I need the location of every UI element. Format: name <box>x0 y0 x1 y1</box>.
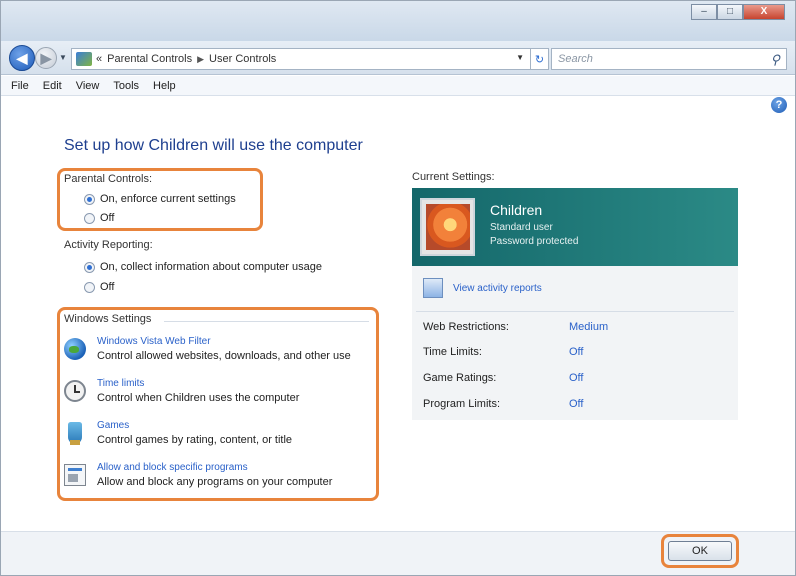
breadcrumb-prefix: « <box>96 53 103 65</box>
close-button[interactable]: X <box>743 4 785 20</box>
setting-key: Time Limits: <box>423 346 482 358</box>
setting-row-web-restrictions: Web Restrictions: Medium <box>423 321 723 339</box>
ws-item-games: Games Control games by rating, content, … <box>64 420 379 456</box>
parental-controls-label: Parental Controls: <box>64 173 153 185</box>
panel-divider <box>416 311 734 312</box>
trophy-icon <box>68 422 82 445</box>
games-description: Control games by rating, content, or tit… <box>97 434 293 446</box>
setting-value: Off <box>569 372 584 384</box>
games-link[interactable]: Games <box>97 420 129 431</box>
program-icon <box>64 464 86 486</box>
ws-item-web-filter: Windows Vista Web Filter Control allowed… <box>64 336 379 372</box>
breadcrumb-separator-icon[interactable]: ▶ <box>197 54 204 65</box>
avatar <box>420 198 475 256</box>
radio-selected-icon[interactable] <box>84 193 95 205</box>
radio-unselected-icon[interactable] <box>84 212 95 224</box>
ws-item-programs: Allow and block specific programs Allow … <box>64 462 379 498</box>
title-bar: – □ X <box>1 1 795 41</box>
control-panel-icon <box>76 52 92 66</box>
maximize-button[interactable]: □ <box>717 4 743 20</box>
view-activity-reports[interactable]: View activity reports <box>423 278 542 298</box>
web-filter-description: Control allowed websites, downloads, and… <box>97 350 351 362</box>
flower-picture-icon <box>426 204 470 250</box>
back-arrow-icon[interactable]: ◀ <box>9 45 35 71</box>
breadcrumb-user-controls[interactable]: User Controls <box>209 53 276 65</box>
recent-pages-dropdown-icon[interactable]: ▼ <box>59 53 67 62</box>
activity-reporting-off-option[interactable]: Off <box>84 281 114 293</box>
menu-tools[interactable]: Tools <box>113 80 139 92</box>
address-toolbar: ◀ ▶ ▼ « Parental Controls ▶ User Control… <box>1 41 795 75</box>
menu-file[interactable]: File <box>11 80 29 92</box>
setting-value: Medium <box>569 321 609 333</box>
option-label: Off <box>100 281 115 293</box>
setting-key: Program Limits: <box>423 398 501 410</box>
refresh-icon[interactable]: ↻ <box>531 48 549 70</box>
password-status: Password protected <box>490 236 579 247</box>
radio-selected-icon[interactable] <box>84 261 95 273</box>
activity-reporting-label: Activity Reporting: <box>64 239 153 251</box>
current-settings-label: Current Settings: <box>412 171 495 183</box>
menu-bar: File Edit View Tools Help <box>1 76 795 96</box>
ok-button[interactable]: OK <box>668 541 732 561</box>
programs-description: Allow and block any programs on your com… <box>97 476 333 488</box>
parental-controls-on-option[interactable]: On, enforce current settings <box>84 193 236 205</box>
programs-link[interactable]: Allow and block specific programs <box>97 462 248 473</box>
radio-unselected-icon[interactable] <box>84 281 95 293</box>
window-controls: – □ X <box>691 4 785 20</box>
menu-view[interactable]: View <box>76 80 100 92</box>
option-label: On, enforce current settings <box>100 193 236 205</box>
help-icon[interactable]: ? <box>771 97 787 113</box>
breadcrumb-parental-controls[interactable]: Parental Controls <box>107 53 192 65</box>
section-divider <box>164 321 369 322</box>
search-icon[interactable]: ⚲ <box>770 52 780 68</box>
user-name: Children <box>490 202 543 218</box>
time-limits-link[interactable]: Time limits <box>97 378 144 389</box>
parental-controls-off-option[interactable]: Off <box>84 212 114 224</box>
setting-row-game-ratings: Game Ratings: Off <box>423 372 723 390</box>
setting-key: Web Restrictions: <box>423 321 509 333</box>
menu-edit[interactable]: Edit <box>43 80 62 92</box>
page-title: Set up how Children will use the compute… <box>64 137 363 154</box>
ws-item-time-limits: Time limits Control when Children uses t… <box>64 378 379 414</box>
minimize-button[interactable]: – <box>691 4 717 20</box>
clock-icon <box>64 380 86 402</box>
parental-controls-window: – □ X ◀ ▶ ▼ « Parental Controls ▶ User C… <box>0 0 796 576</box>
account-type: Standard user <box>490 222 553 233</box>
report-icon <box>423 278 443 298</box>
time-limits-description: Control when Children uses the computer <box>97 392 300 404</box>
user-card: Children Standard user Password protecte… <box>412 188 738 266</box>
option-label: Off <box>100 212 115 224</box>
setting-value: Off <box>569 398 584 410</box>
forward-arrow-icon[interactable]: ▶ <box>35 47 57 69</box>
setting-row-program-limits: Program Limits: Off <box>423 398 723 416</box>
setting-key: Game Ratings: <box>423 372 497 384</box>
activity-reporting-on-option[interactable]: On, collect information about computer u… <box>84 261 322 273</box>
address-bar[interactable]: « Parental Controls ▶ User Controls ▼ <box>71 48 531 70</box>
menu-help[interactable]: Help <box>153 80 176 92</box>
address-dropdown-icon[interactable]: ▼ <box>516 53 524 62</box>
setting-value: Off <box>569 346 584 358</box>
windows-settings-label: Windows Settings <box>64 313 152 325</box>
option-label: On, collect information about computer u… <box>100 261 322 273</box>
search-placeholder: Search <box>558 53 593 65</box>
setting-row-time-limits: Time Limits: Off <box>423 346 723 364</box>
globe-icon <box>64 338 86 360</box>
web-filter-link[interactable]: Windows Vista Web Filter <box>97 336 211 347</box>
search-input[interactable]: Search ⚲ <box>551 48 787 70</box>
view-activity-reports-link[interactable]: View activity reports <box>453 283 542 294</box>
